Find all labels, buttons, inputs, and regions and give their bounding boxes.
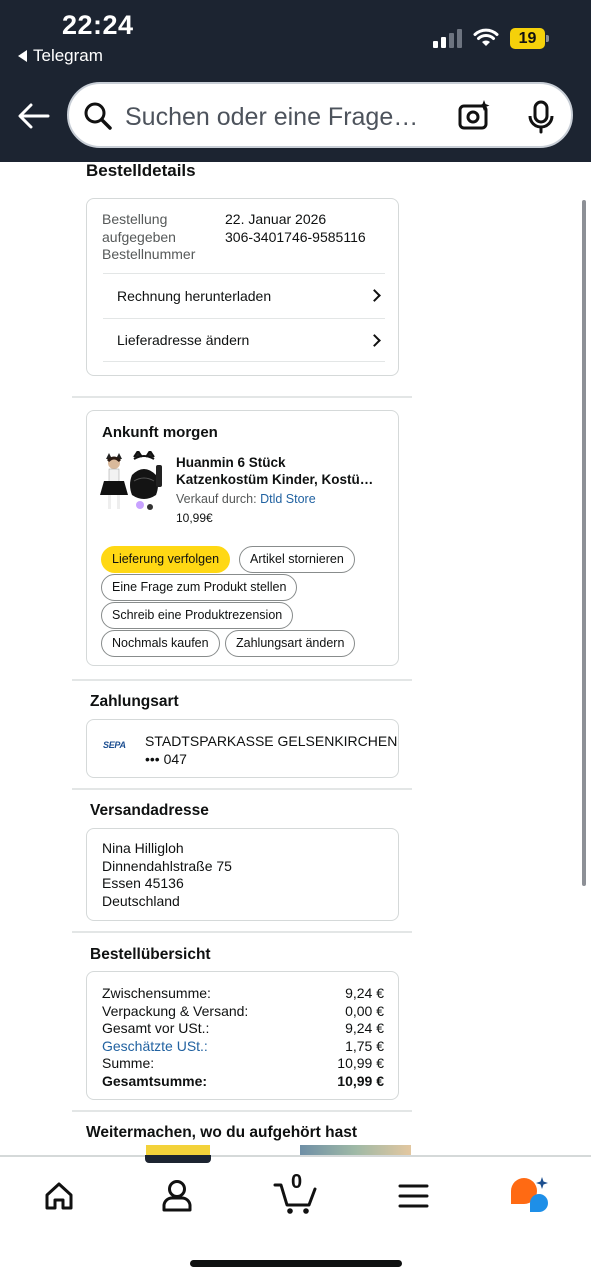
shipping-address-title: Versandadresse [90, 802, 209, 819]
section-divider [72, 679, 412, 681]
home-icon[interactable] [44, 1181, 74, 1211]
chevron-right-icon [368, 289, 381, 302]
address-country: Deutschland [102, 892, 180, 909]
section-divider [72, 396, 412, 398]
product-image[interactable] [100, 451, 166, 517]
arrival-heading: Ankunft morgen [102, 424, 218, 441]
cart-button[interactable]: 0 [273, 1171, 319, 1215]
wifi-icon [473, 28, 499, 46]
account-suffix: ••• 047 [145, 750, 187, 767]
shipment-card: Ankunft morgen Huanmin 6 Stück Katzenkos… [86, 410, 399, 666]
buy-again-button[interactable]: Nochmals kaufen [101, 630, 220, 657]
search-icon [84, 102, 112, 130]
order-summary-card: Zwischensumme: 9,24 € Verpackung & Versan… [86, 971, 399, 1100]
back-triangle-icon [18, 50, 27, 62]
search-input[interactable]: Suchen oder eine Frage… [125, 103, 418, 132]
back-app-label: Telegram [33, 46, 103, 65]
order-placed-value: 22. Januar 2026 [225, 211, 327, 227]
microphone-icon[interactable] [526, 100, 556, 134]
change-payment-button[interactable]: Zahlungsart ändern [225, 630, 356, 657]
change-address-link[interactable]: Lieferadresse ändern [103, 318, 385, 362]
bank-name: STADTSPARKASSE GELSENKIRCHEN [145, 733, 398, 749]
summary-row-sum: Summe: 10,99 € [102, 1055, 384, 1071]
order-details-title: Bestelldetails [86, 161, 196, 180]
chevron-right-icon [368, 333, 381, 347]
sold-by: Verkauf durch: Dtld Store [176, 492, 316, 506]
seller-link[interactable]: Dtld Store [260, 492, 316, 506]
status-time: 22:24 [62, 10, 134, 40]
menu-icon[interactable] [398, 1183, 429, 1209]
continue-item-thumb[interactable] [146, 1145, 210, 1155]
search-bar[interactable]: Suchen oder eine Frage… [67, 82, 573, 148]
cancel-item-button[interactable]: Artikel stornieren [239, 546, 355, 573]
order-placed-label: Bestellung aufgegeben [102, 211, 176, 245]
section-divider [72, 788, 412, 790]
order-summary-title: Bestellübersicht [90, 946, 211, 963]
sepa-logo: SEPA [103, 740, 126, 750]
address-city: Essen 45136 [102, 875, 184, 891]
ask-question-button[interactable]: Eine Frage zum Produkt stellen [101, 574, 298, 601]
back-to-telegram[interactable]: Telegram [18, 46, 103, 66]
summary-row-shipping: Verpackung & Versand: 0,00 € [102, 1002, 384, 1019]
summary-row-tax[interactable]: Geschätzte USt.: 1,75 € [102, 1038, 384, 1054]
product-title[interactable]: Huanmin 6 Stück Katzenkostüm Kinder, Kos… [176, 454, 386, 488]
address-card: Nina Hilligloh Dinnendahlstraße 75 Essen… [86, 828, 399, 921]
camera-sparkle-icon[interactable] [457, 98, 493, 134]
summary-row-pretax: Gesamt vor USt.: 9,24 € [102, 1020, 384, 1036]
payment-title: Zahlungsart [90, 693, 179, 710]
address-name: Nina Hilligloh [102, 840, 184, 856]
write-review-button[interactable]: Schreib eine Produktrezension [101, 602, 294, 629]
cellular-signal-icon [433, 28, 462, 48]
payment-card: SEPA STADTSPARKASSE GELSENKIRCHEN ••• 04… [86, 719, 399, 778]
address-street: Dinnendahlstraße 75 [102, 857, 232, 874]
top-bar: 22:24 Telegram 19 Suchen oder eine Frage… [0, 0, 591, 162]
account-icon[interactable] [161, 1179, 193, 1213]
order-number-label: Bestellnummer [102, 246, 196, 262]
product-price: 10,99€ [176, 511, 213, 525]
continue-item-edge [145, 1155, 211, 1163]
rufus-assistant-icon[interactable] [508, 1175, 552, 1215]
track-delivery-button[interactable]: Lieferung verfolgen [101, 546, 231, 573]
battery-icon: 19 [510, 28, 550, 49]
section-divider [72, 1110, 412, 1112]
order-details-card: Bestellung aufgegeben Bestellnummer 22. … [86, 198, 399, 376]
home-indicator[interactable] [190, 1260, 402, 1267]
back-arrow-icon[interactable] [16, 98, 52, 134]
download-invoice-link[interactable]: Rechnung herunterladen [103, 273, 385, 317]
cart-count: 0 [291, 1171, 303, 1193]
battery-level: 19 [510, 28, 545, 49]
summary-row-grand-total: Gesamtsumme: 10,99 € [102, 1072, 384, 1089]
summary-row-subtotal: Zwischensumme: 9,24 € [102, 985, 384, 1001]
continue-title: Weitermachen, wo du aufgehört hast [86, 1124, 358, 1141]
scrollbar[interactable] [582, 200, 586, 886]
continue-item-thumb[interactable] [300, 1145, 411, 1155]
section-divider [72, 931, 412, 933]
order-number-value: 306-3401746-9585116 [225, 228, 366, 245]
